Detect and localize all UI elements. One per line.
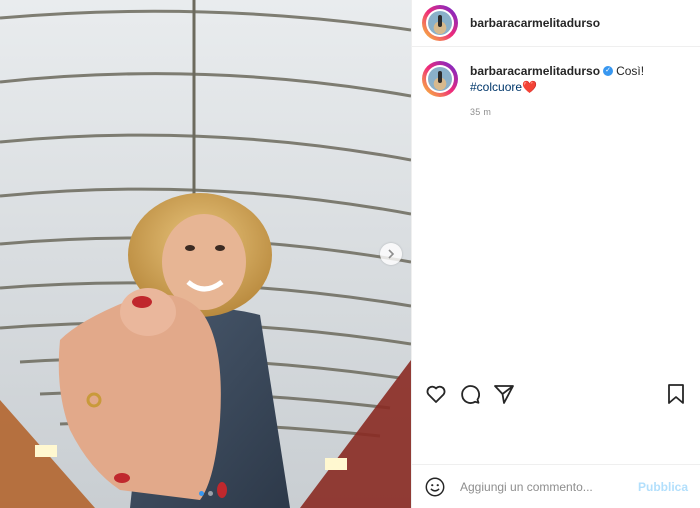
comment-input[interactable] xyxy=(458,478,638,495)
caption-username[interactable]: barbaracarmelitadurso xyxy=(470,64,600,78)
carousel-dot xyxy=(207,491,213,496)
save-bookmark-icon[interactable] xyxy=(664,382,688,406)
caption-avatar[interactable] xyxy=(422,61,458,97)
post-sidebar: barbaracarmelitadurso barbaracarmelitadu… xyxy=(411,0,700,508)
caption-hashtag[interactable]: #colcuore xyxy=(470,80,522,94)
post-media[interactable] xyxy=(0,0,411,508)
heart-emoji-icon: ❤️ xyxy=(522,80,537,94)
action-bar xyxy=(412,378,700,410)
header-username[interactable]: barbaracarmelitadurso xyxy=(470,16,600,30)
emoji-icon[interactable] xyxy=(424,476,446,498)
instagram-post: barbaracarmelitadurso barbaracarmelitadu… xyxy=(0,0,700,508)
post-header: barbaracarmelitadurso xyxy=(412,0,700,47)
caption-body: Così! xyxy=(616,64,645,78)
like-heart-icon[interactable] xyxy=(424,382,448,406)
add-comment-bar: Pubblica xyxy=(412,464,700,508)
post-time[interactable]: 35 m xyxy=(470,107,688,117)
carousel-dot xyxy=(198,491,204,496)
comment-icon[interactable] xyxy=(458,382,482,406)
caption-text: barbaracarmelitadurso ✓ Così! #colcuore❤️ xyxy=(470,63,644,95)
verified-badge-icon: ✓ xyxy=(603,65,614,76)
comments-section: barbaracarmelitadurso ✓ Così! #colcuore❤️ … xyxy=(412,47,700,508)
caption: barbaracarmelitadurso ✓ Così! #colcuore❤️ xyxy=(422,61,688,97)
post-photo xyxy=(0,0,411,508)
next-photo-button[interactable] xyxy=(380,243,402,265)
publish-button[interactable]: Pubblica xyxy=(638,480,688,494)
carousel-indicator xyxy=(0,491,411,496)
avatar[interactable] xyxy=(422,5,458,41)
share-icon[interactable] xyxy=(492,382,516,406)
chevron-right-icon xyxy=(388,249,395,259)
